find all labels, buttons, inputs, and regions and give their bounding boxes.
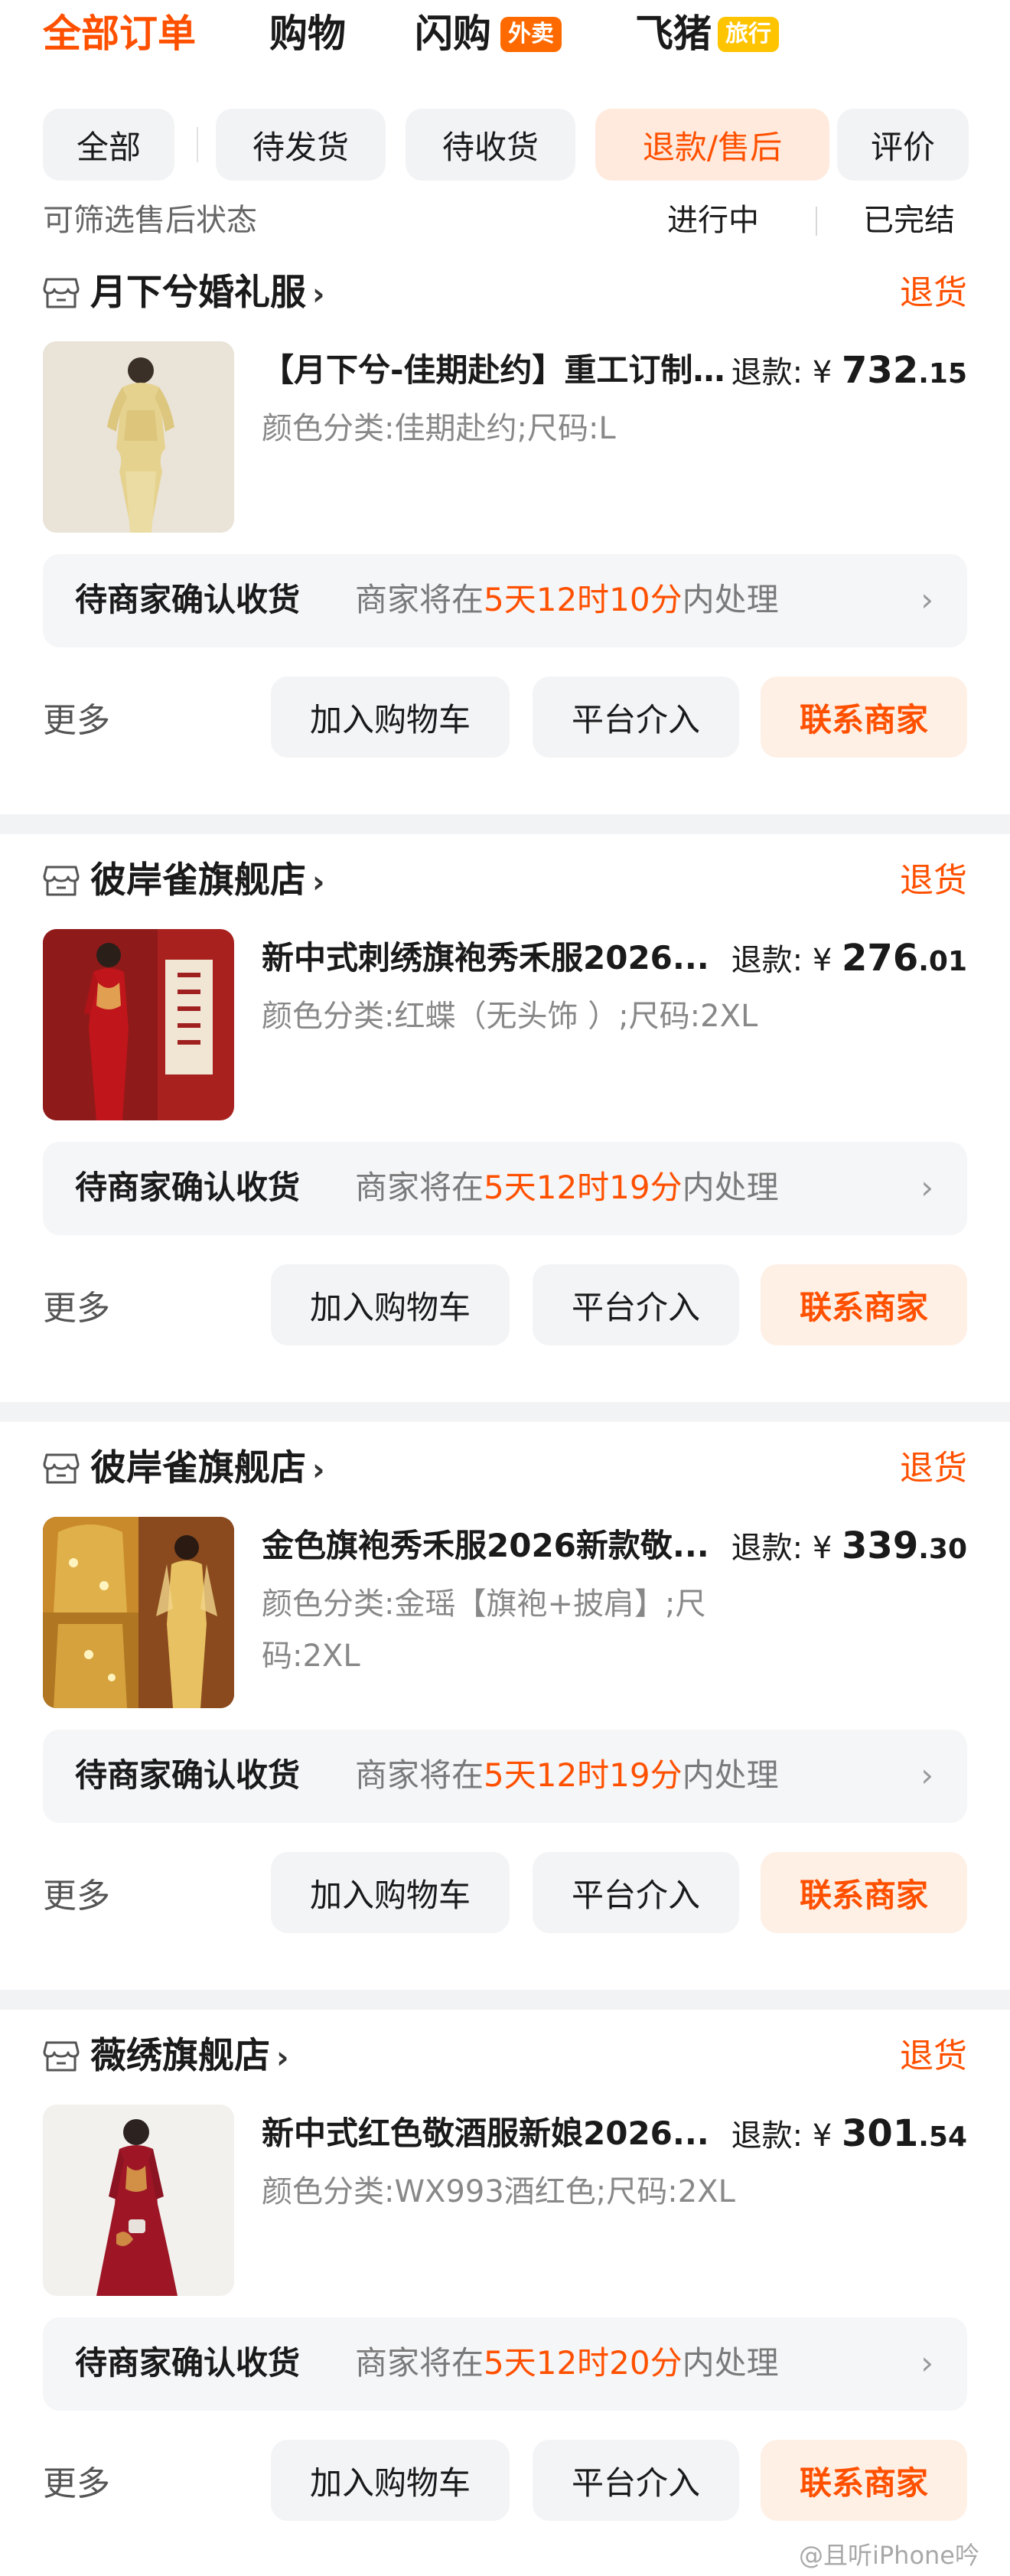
sub-header: 可筛选售后状态 进行中 已完结 [0,197,1010,246]
tab-all-orders[interactable]: 全部订单 [43,9,196,58]
platform-intervene-button[interactable]: 平台介入 [533,1852,739,1933]
shop-icon [43,2041,80,2072]
tab-shopping[interactable]: 购物 [269,9,346,58]
more-button[interactable]: 更多 [43,1873,110,1919]
filter-chips: 全部 待发货 待收货 退款/售后 评价 [0,109,1010,181]
shop-name[interactable]: 薇绣旗舰店 › [90,2033,288,2082]
refund-deadline-text: 商家将在5天12时19分内处理 [355,1756,779,1794]
order-card: 彼岸雀旗舰店 › 退货 金色旗袍秀禾服2026新款敬... 退款: ¥ 339.3… [0,1422,1010,1990]
product-title[interactable]: 新中式红色敬酒服新娘2026... [262,2111,728,2157]
shop-name[interactable]: 彼岸雀旗舰店 › [90,1445,324,1494]
refund-status-text: 待商家确认收货 [75,2344,301,2382]
filter-in-progress[interactable]: 进行中 [667,199,759,242]
tab-flash[interactable]: 闪购 [415,9,491,58]
platform-intervene-button[interactable]: 平台介入 [533,2440,739,2521]
filter-refund[interactable]: 退款/售后 [595,109,829,181]
refund-price: 退款: ¥ 732.15 [731,349,967,392]
shop-icon [43,278,80,308]
refund-info-bar[interactable]: 待商家确认收货 商家将在5天12时10分内处理 › [43,554,967,647]
product-title[interactable]: 【月下兮-佳期赴约】重工订制... [262,347,728,393]
refund-status-text: 待商家确认收货 [75,1756,301,1794]
refund-info-bar[interactable]: 待商家确认收货 商家将在5天12时19分内处理 › [43,1142,967,1235]
shop-icon [43,1453,80,1484]
add-to-cart-button[interactable]: 加入购物车 [271,677,510,758]
chevron-right-icon: › [920,1169,933,1206]
filter-all[interactable]: 全部 [43,109,174,181]
product-title[interactable]: 金色旗袍秀禾服2026新款敬... [262,1523,728,1569]
refund-info-bar[interactable]: 待商家确认收货 商家将在5天12时19分内处理 › [43,1730,967,1823]
tab-fliggy-badge: 旅行 [718,17,779,52]
product-sku: 颜色分类:WX993酒红色;尺码:2XL [262,2174,735,2209]
status-badge: 退货 [900,2036,967,2075]
chevron-right-icon: › [276,2040,289,2075]
order-card: 彼岸雀旗舰店 › 退货 新中式刺绣旗袍秀禾服2026... 退款: ¥ 276.0… [0,834,1010,1402]
product-thumbnail[interactable] [43,1517,234,1708]
sub-divider [816,207,817,236]
top-bar: 全部订单 购物 闪购 外卖 飞猪 旅行 全部 待发货 待收货 退款/售后 评价 [0,0,1010,197]
chevron-right-icon: › [920,2344,933,2382]
more-button[interactable]: 更多 [43,698,110,744]
contact-seller-button[interactable]: 联系商家 [761,2440,967,2521]
product-sku: 颜色分类:红蝶（无头饰 ）;尺码:2XL [262,999,758,1034]
product-thumbnail[interactable] [43,341,234,533]
filter-to-ship[interactable]: 待发货 [216,109,386,181]
contact-seller-button[interactable]: 联系商家 [761,1852,967,1933]
chevron-right-icon: › [312,865,325,900]
add-to-cart-button[interactable]: 加入购物车 [271,1852,510,1933]
chevron-right-icon: › [312,277,325,312]
refund-status-text: 待商家确认收货 [75,1169,301,1206]
product-title[interactable]: 新中式刺绣旗袍秀禾服2026... [262,935,728,981]
refund-deadline-text: 商家将在5天12时20分内处理 [355,2344,779,2382]
add-to-cart-button[interactable]: 加入购物车 [271,1264,510,1345]
platform-intervene-button[interactable]: 平台介入 [533,1264,739,1345]
refund-info-bar[interactable]: 待商家确认收货 商家将在5天12时20分内处理 › [43,2317,967,2411]
status-badge: 退货 [900,273,967,312]
filter-review[interactable]: 评价 [837,109,969,181]
shop-row[interactable]: 彼岸雀旗舰店 › 退货 [0,854,1010,908]
shop-row[interactable]: 月下兮婚礼服 › 退货 [0,266,1010,320]
product-sku: 颜色分类:佳期赴约;尺码:L [262,411,616,446]
refund-price: 退款: ¥ 301.54 [731,2112,967,2155]
refund-price: 退款: ¥ 339.30 [731,1524,967,1567]
filter-divider [197,127,198,162]
main-tabs: 全部订单 购物 闪购 外卖 飞猪 旅行 [0,0,1010,77]
refund-deadline-text: 商家将在5天12时19分内处理 [355,1169,779,1206]
status-badge: 退货 [900,861,967,900]
watermark: @且听iPhone吟 [798,2541,979,2570]
product-thumbnail[interactable] [43,929,234,1120]
status-badge: 退货 [900,1449,967,1488]
chevron-right-icon: › [920,1756,933,1794]
shop-name[interactable]: 月下兮婚礼服 › [90,269,324,318]
shop-icon [43,866,80,896]
tab-fliggy[interactable]: 飞猪 [635,9,712,58]
add-to-cart-button[interactable]: 加入购物车 [271,2440,510,2521]
chevron-right-icon: › [920,581,933,618]
shop-name[interactable]: 彼岸雀旗舰店 › [90,857,324,906]
order-card: 月下兮婚礼服 › 退货 【月下兮-佳期赴约】重工订制... 退款: ¥ 732.1… [0,246,1010,814]
shop-row[interactable]: 彼岸雀旗舰店 › 退货 [0,1442,1010,1495]
refund-price: 退款: ¥ 276.01 [731,937,967,980]
contact-seller-button[interactable]: 联系商家 [761,1264,967,1345]
product-sku: 颜色分类:金瑶【旗袍+披肩】;尺码:2XL [262,1586,706,1674]
chevron-right-icon: › [312,1453,325,1488]
filter-to-receive[interactable]: 待收货 [406,109,575,181]
order-card: 薇绣旗舰店 › 退货 新中式红色敬酒服新娘2026... 退款: ¥ 301.54… [0,2010,1010,2576]
refund-status-text: 待商家确认收货 [75,581,301,618]
more-button[interactable]: 更多 [43,2461,110,2507]
contact-seller-button[interactable]: 联系商家 [761,677,967,758]
filter-completed[interactable]: 已完结 [863,199,955,242]
shop-row[interactable]: 薇绣旗舰店 › 退货 [0,2030,1010,2083]
product-thumbnail[interactable] [43,2105,234,2296]
refund-deadline-text: 商家将在5天12时10分内处理 [355,581,779,618]
platform-intervene-button[interactable]: 平台介入 [533,677,739,758]
tab-flash-badge: 外卖 [500,17,562,52]
filter-hint: 可筛选售后状态 [43,203,257,238]
more-button[interactable]: 更多 [43,1286,110,1332]
